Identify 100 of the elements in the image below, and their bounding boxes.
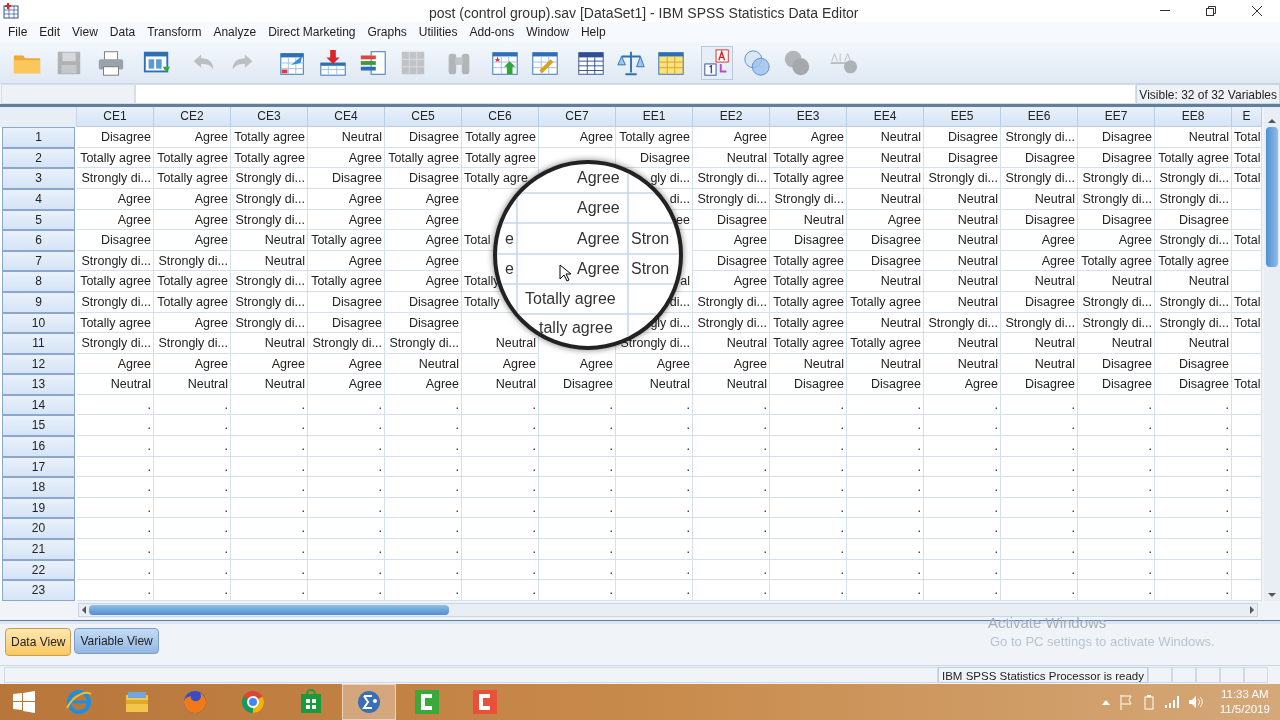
column-header[interactable]: EE3: [770, 107, 847, 128]
row-header[interactable]: 15: [2, 415, 75, 437]
table-cell-text: Disagree: [331, 170, 382, 188]
column-header[interactable]: EE5: [924, 107, 1001, 128]
row-header[interactable]: 11: [2, 333, 75, 354]
column-header[interactable]: EE4: [847, 107, 924, 128]
row-header[interactable]: 16: [2, 436, 75, 457]
column-header[interactable]: CE6: [462, 107, 539, 128]
row-header[interactable]: 7: [2, 250, 75, 272]
table-cell-text: Totally agree: [850, 293, 921, 311]
table-cell-text: .: [609, 561, 613, 579]
scroll-thumb[interactable]: [89, 604, 449, 615]
row-header[interactable]: 21: [2, 539, 75, 560]
table-cell-text: .: [609, 396, 613, 414]
row-header[interactable]: 14: [2, 394, 75, 416]
menu-item[interactable]: Window: [520, 23, 575, 42]
table-cell-text: Agree: [194, 355, 228, 373]
table-cell-text: Neutral: [880, 190, 921, 208]
menu-item[interactable]: File: [2, 23, 34, 42]
cell-name-field[interactable]: [1, 84, 135, 105]
table-cell-text: Strongly di...: [697, 190, 767, 208]
row-header[interactable]: 19: [2, 497, 75, 519]
menu-item[interactable]: View: [66, 23, 104, 42]
table-cell-text: Strongly di...: [1005, 129, 1075, 147]
table-cell-text: .: [1148, 396, 1152, 414]
menu-item[interactable]: Direct Marketing: [262, 23, 362, 42]
taskbar-app[interactable]: [342, 684, 396, 720]
table-cell-text: Totally agree: [773, 335, 844, 353]
row-header[interactable]: 22: [2, 559, 75, 581]
table-cell-text: .: [609, 520, 613, 538]
column-header[interactable]: EE2: [693, 107, 770, 128]
row-header[interactable]: 13: [2, 374, 75, 395]
table-cell-text: Agree: [117, 190, 151, 208]
table-cell-text: .: [763, 396, 767, 414]
table-cell-text: Totally agree: [1081, 252, 1152, 270]
row-header[interactable]: 3: [2, 168, 75, 189]
view-tab[interactable]: Variable View: [74, 627, 159, 654]
row-header[interactable]: 9: [2, 291, 75, 313]
table-cell-text: Totally agree: [773, 273, 844, 291]
cell-value-field[interactable]: [135, 84, 1137, 105]
table-cell-text: .: [532, 499, 536, 517]
table-cell-text: Neutral: [264, 232, 305, 250]
menu-item[interactable]: Utilities: [412, 23, 464, 42]
column-header[interactable]: CE3: [231, 107, 308, 128]
table-cell-text: Totally agree: [1158, 252, 1229, 270]
menu-item[interactable]: Data: [103, 23, 142, 42]
table-cell-text: .: [378, 520, 382, 538]
row-header[interactable]: 23: [2, 580, 75, 601]
row-header[interactable]: 20: [2, 518, 75, 540]
column-header[interactable]: CE5: [385, 107, 462, 128]
table-cell-text: .: [609, 438, 613, 456]
flag-icon: [1117, 694, 1134, 710]
table-cell-text: .: [1071, 541, 1075, 559]
row-header[interactable]: 2: [2, 147, 75, 169]
row-header[interactable]: 5: [2, 209, 75, 231]
row-header[interactable]: 10: [2, 312, 75, 334]
table-cell-text: Strongly di...: [158, 252, 228, 270]
table-cell-text: Agree: [425, 252, 459, 270]
menu-item[interactable]: Graphs: [361, 23, 413, 42]
horizontal-scrollbar[interactable]: [78, 602, 1258, 617]
table-cell-text: Agree: [348, 376, 382, 394]
row-header[interactable]: 4: [2, 188, 75, 210]
table-cell-text: Strongly di...: [235, 211, 305, 229]
menu-item[interactable]: Edit: [33, 23, 67, 42]
table-cell-text: .: [686, 561, 690, 579]
table-cell-text: .: [686, 438, 690, 456]
table-cell-text: .: [686, 417, 690, 435]
column-header[interactable]: CE2: [154, 107, 231, 128]
menu-item[interactable]: Analyze: [207, 23, 263, 42]
menu-item[interactable]: Transform: [141, 23, 208, 42]
column-header[interactable]: EE6: [1001, 107, 1078, 128]
menu-item[interactable]: Add-ons: [463, 23, 521, 42]
column-header[interactable]: EE1: [616, 107, 693, 128]
table-cell-text: .: [994, 417, 998, 435]
row-header[interactable]: 18: [2, 477, 75, 498]
menu-item[interactable]: Help: [574, 23, 612, 42]
vertical-scrollbar[interactable]: [1264, 107, 1280, 601]
column-header[interactable]: EE7: [1078, 107, 1155, 128]
scroll-thumb[interactable]: [1266, 127, 1278, 268]
table-cell-text: .: [1148, 499, 1152, 517]
table-cell-text: Disagree: [408, 314, 459, 332]
table-cell-text: .: [455, 438, 459, 456]
table-cell-text: .: [378, 582, 382, 600]
column-header[interactable]: EE8: [1155, 107, 1232, 128]
row-header[interactable]: 1: [2, 127, 75, 148]
column-header[interactable]: E: [1232, 107, 1262, 128]
table-cell-text: .: [455, 417, 459, 435]
table-cell-text: .: [840, 479, 844, 497]
column-header[interactable]: CE4: [308, 107, 385, 128]
row-header[interactable]: 6: [2, 230, 75, 251]
table-cell-text: Strongly di...: [235, 170, 305, 188]
row-header[interactable]: 8: [2, 271, 75, 292]
row-header[interactable]: 12: [2, 353, 75, 375]
table-cell-text: .: [994, 396, 998, 414]
column-header[interactable]: CE7: [539, 107, 616, 128]
table-cell-text: di...: [669, 293, 690, 311]
column-header[interactable]: CE1: [77, 107, 154, 128]
table-cell-text: .: [455, 479, 459, 497]
row-header[interactable]: 17: [2, 456, 75, 478]
view-tab[interactable]: Data View: [5, 627, 72, 656]
